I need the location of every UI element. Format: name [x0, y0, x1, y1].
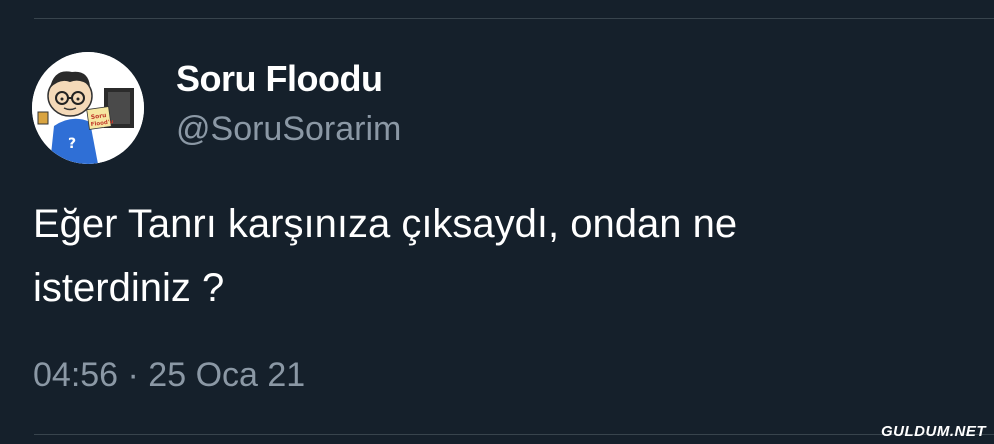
avatar[interactable]: ? Soru Flood'u: [32, 52, 144, 164]
cartoon-avatar-icon: ? Soru Flood'u: [32, 52, 144, 164]
author-handle[interactable]: @SoruSorarim: [176, 110, 401, 149]
tweet-timestamp[interactable]: 04:56 · 25 Oca 21: [33, 356, 305, 395]
author-display-name[interactable]: Soru Floodu: [176, 58, 383, 100]
tweet-text: Eğer Tanrı karşınıza çıksaydı, ondan ne …: [33, 192, 973, 320]
tweet-text-line-1: Eğer Tanrı karşınıza çıksaydı, ondan ne: [33, 202, 738, 246]
watermark: GULDUM.NET: [881, 423, 986, 440]
bottom-divider: [34, 434, 994, 435]
svg-text:?: ?: [68, 136, 76, 152]
top-divider: [34, 18, 994, 19]
tweet-text-line-2: isterdiniz ?: [33, 266, 225, 310]
